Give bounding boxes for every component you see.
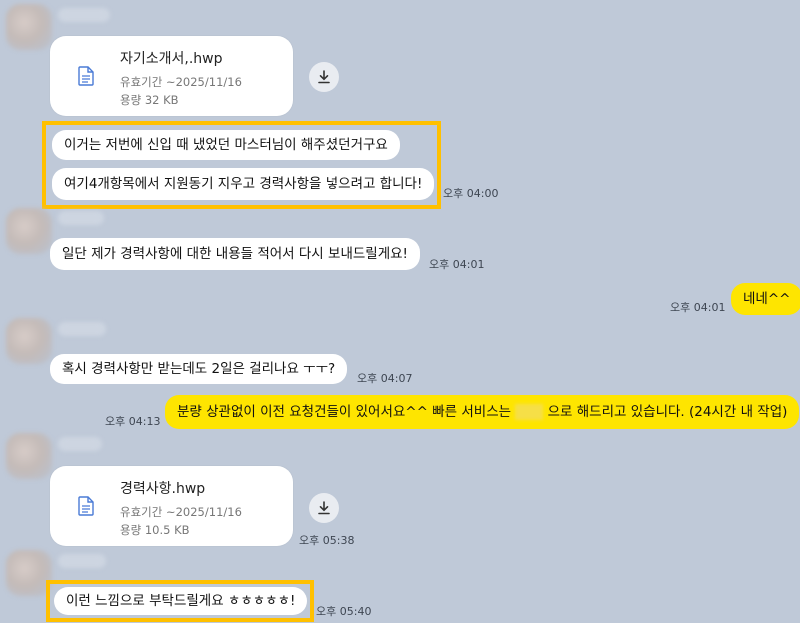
file-attachment-card[interactable]: 자기소개서,.hwp 유효기간 ~2025/11/16 용량 32 KB [50, 36, 293, 116]
sender-name [58, 437, 102, 451]
my-message-bubble: 네네^^ [731, 283, 800, 315]
sender-name [58, 322, 106, 336]
download-arrow-icon [318, 501, 330, 515]
timestamp: 오후 04:07 [357, 372, 413, 385]
message-bubble: 일단 제가 경력사항에 대한 내용들 적어서 다시 보내드릴게요! [50, 238, 420, 270]
file-expiry: 유효기간 ~2025/11/16 [120, 505, 242, 519]
timestamp: 오후 05:40 [316, 605, 372, 618]
message-text: 분량 상관없이 이전 요청건들이 있어서요^^ 빠른 서비스는 [177, 404, 512, 420]
message-bubble: 이거는 저번에 신입 때 냈었던 마스터님이 해주셨던거구요 [52, 130, 400, 160]
message-bubble: 혹시 경력사항만 받는데도 2일은 걸리나요 ㅜㅜ? [50, 354, 348, 384]
document-icon [78, 66, 94, 86]
redacted-text [515, 404, 544, 420]
avatar[interactable] [6, 433, 52, 479]
message-bubble: 여기4개항목에서 지원동기 지우고 경력사항을 넣으려고 합니다! [52, 168, 435, 200]
download-arrow-icon [318, 70, 330, 84]
file-size: 용량 32 KB [120, 93, 179, 107]
file-expiry: 유효기간 ~2025/11/16 [120, 75, 242, 89]
file-name: 경력사항.hwp [120, 481, 206, 497]
avatar[interactable] [6, 4, 52, 50]
sender-name [58, 554, 106, 568]
timestamp: 오후 04:13 [105, 415, 161, 428]
document-icon [78, 496, 94, 516]
download-button[interactable] [309, 62, 339, 92]
file-size: 용량 10.5 KB [120, 523, 190, 537]
timestamp: 오후 04:01 [670, 301, 726, 314]
file-name: 자기소개서,.hwp [120, 51, 223, 67]
sender-name [58, 8, 110, 22]
message-text: 으로 해드리고 있습니다. (24시간 내 작업) [547, 404, 788, 420]
download-button[interactable] [309, 493, 339, 523]
avatar[interactable] [6, 318, 52, 364]
message-bubble: 이런 느낌으로 부탁드릴게요 ㅎㅎㅎㅎㅎ! [54, 587, 308, 615]
timestamp: 오후 04:00 [443, 187, 499, 200]
my-message-bubble: 분량 상관없이 이전 요청건들이 있어서요^^ 빠른 서비스는 으로 해드리고 … [165, 395, 800, 429]
timestamp: 오후 05:38 [299, 534, 355, 547]
avatar[interactable] [6, 208, 52, 254]
sender-name [58, 211, 104, 225]
timestamp: 오후 04:01 [429, 258, 485, 271]
file-attachment-card[interactable]: 경력사항.hwp 유효기간 ~2025/11/16 용량 10.5 KB [50, 466, 293, 546]
